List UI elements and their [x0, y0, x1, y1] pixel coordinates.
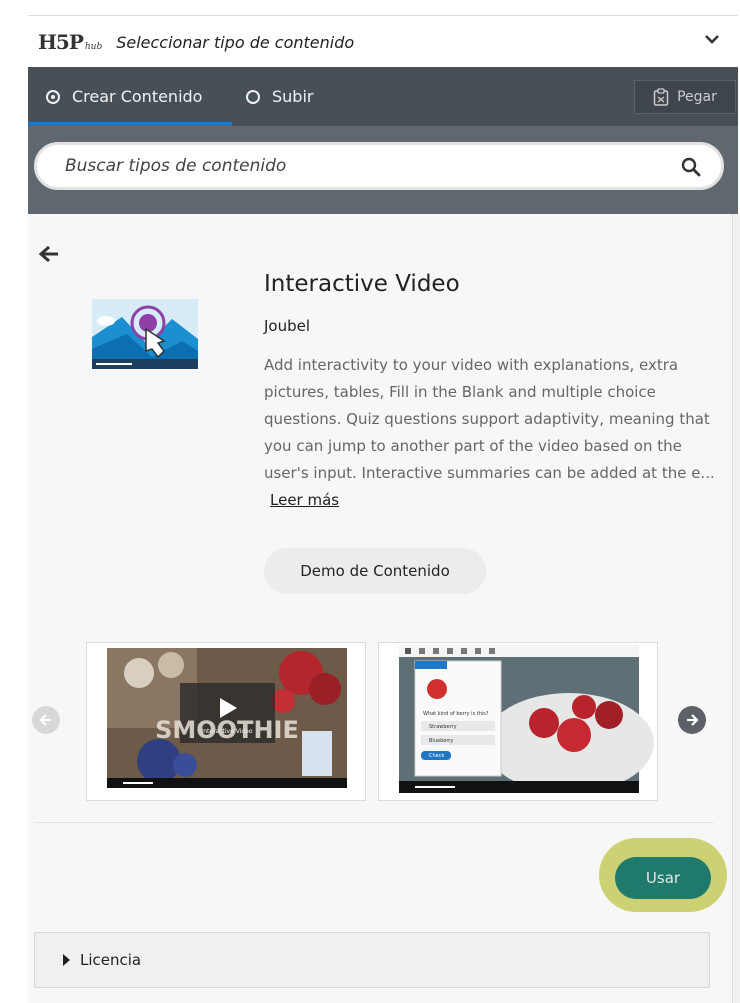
- content-demo-button[interactable]: Demo de Contenido: [264, 548, 486, 594]
- tab-create-label: Crear Contenido: [72, 87, 203, 106]
- hub-header[interactable]: H5P hub Seleccionar tipo de contenido: [28, 15, 738, 68]
- license-label: Licencia: [80, 951, 142, 969]
- screenshot-option-1: Strawberry: [429, 724, 457, 730]
- content-type-description: Add interactivity to your video with exp…: [264, 352, 719, 514]
- search-icon[interactable]: [681, 157, 701, 181]
- license-toggle[interactable]: Licencia: [34, 932, 710, 988]
- use-button[interactable]: Usar: [615, 857, 711, 899]
- screenshot-question: What kind of berry is this?: [423, 711, 489, 717]
- back-arrow-icon[interactable]: [38, 244, 60, 268]
- paste-button[interactable]: Pegar: [634, 80, 736, 114]
- search-bar-row: Buscar tipos de contenido: [28, 126, 738, 214]
- arrow-left-icon: [39, 714, 51, 726]
- content-type-icon: [92, 299, 198, 373]
- radio-selected-icon: [46, 89, 60, 104]
- tab-bar: Crear Contenido Subir Pegar: [28, 67, 738, 126]
- hub-title: Seleccionar tipo de contenido: [116, 32, 355, 52]
- carousel-next-button[interactable]: [678, 706, 706, 734]
- screenshot-check: Check: [429, 753, 444, 759]
- search-input[interactable]: Buscar tipos de contenido: [34, 142, 724, 190]
- content-type-author: Joubel: [264, 317, 311, 335]
- content-type-detail: Interactive Video Joubel Add interactivi…: [28, 214, 738, 1003]
- paste-label: Pegar: [677, 89, 717, 105]
- tab-upload[interactable]: Subir: [246, 67, 313, 126]
- tab-create-content[interactable]: Crear Contenido: [28, 67, 232, 126]
- read-more-link[interactable]: Leer más: [270, 491, 339, 509]
- search-placeholder: Buscar tipos de contenido: [65, 156, 287, 176]
- screenshot-thumbnail[interactable]: Interactive Video SMOOTHIE: [86, 642, 366, 801]
- screenshot-word: SMOOTHIE: [155, 716, 299, 744]
- divider: [34, 822, 714, 823]
- content-type-title: Interactive Video: [264, 271, 460, 297]
- caret-right-icon: [63, 954, 70, 966]
- description-text: Add interactivity to your video with exp…: [264, 356, 715, 482]
- h5p-hub-panel: H5P hub Seleccionar tipo de contenido Cre…: [0, 0, 740, 1003]
- radio-icon: [246, 89, 260, 104]
- h5p-hub-logo: H5P hub: [38, 30, 103, 54]
- clipboard-icon: [653, 88, 669, 106]
- tab-upload-label: Subir: [272, 87, 314, 106]
- carousel-prev-button[interactable]: [32, 706, 60, 734]
- screenshot-thumbnail[interactable]: What kind of berry is this? Strawberry B…: [378, 642, 658, 801]
- arrow-right-icon: [687, 714, 699, 726]
- chevron-down-icon[interactable]: [704, 30, 720, 49]
- screenshot-option-2: Blueberry: [429, 738, 453, 744]
- scrollbar[interactable]: [732, 214, 740, 1003]
